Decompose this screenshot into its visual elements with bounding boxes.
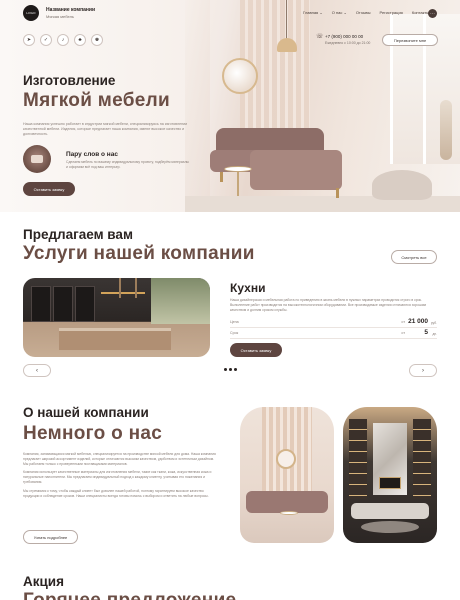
fireplace [379,477,401,489]
coffee-table [280,511,298,515]
price-value: 21 000 [408,318,428,325]
kitchen-cabinet [31,286,51,322]
kitchen-cabinet [53,286,73,322]
hero-sofa-chaise [250,150,342,190]
twitter-icon[interactable]: ♪ [57,34,69,46]
telegram-icon[interactable]: ➤ [23,34,35,46]
about-image-fireplace-room [343,407,437,543]
promo-title-line2: Горячее предложение [23,590,236,600]
term-value: 5 [424,329,428,336]
hero-lamp [277,38,297,52]
nav-item-about[interactable]: О нас ⌄ [332,10,347,15]
callback-button[interactable]: Перезвоните мне [382,34,438,46]
kitchen-pendant [135,278,137,298]
price-from: от [401,320,405,324]
kitchen-pendant [119,278,121,298]
main-nav: Главная ⌄ О нас ⌄ Отзывы Регистрация Кон… [303,10,434,15]
term-row: Срок от 5 дн. [230,329,437,339]
hero-coffee-table-leg [237,172,239,196]
hero-mirror [222,58,258,94]
company-tagline: Мягкая мебель [46,14,74,19]
service-title: Кухни [230,281,266,295]
slider-dot[interactable] [224,368,227,371]
term-unit: дн. [432,332,437,336]
snapchat-icon[interactable]: ♣ [74,34,86,46]
phone-icon: ☏ [316,34,324,40]
sofa [351,503,429,519]
kitchen-image [23,278,210,357]
phone-number[interactable]: +7 (900) 000 00 00 [325,34,363,39]
more-icon[interactable]: ⋯ [428,9,437,18]
slider-dot[interactable] [234,368,237,371]
slider-prev-button[interactable]: ‹ [23,364,51,377]
services-title-line1: Предлагаем вам [23,227,133,242]
about-title-line1: О нашей компании [23,405,149,420]
price-row: Цена от 21 000 руб. [230,318,437,328]
about-paragraph: Компания использует качественные материа… [23,470,212,484]
hero-sofa-leg [220,172,223,182]
learn-more-button[interactable]: Узнать подробнее [23,530,78,544]
nav-item-registration[interactable]: Регистрация [379,10,402,15]
price-unit: руб. [430,321,437,325]
see-all-button[interactable]: Смотреть все [391,250,437,264]
nav-item-home[interactable]: Главная ⌄ [303,10,323,15]
slider-pagination [224,368,237,371]
hero-description: Наша компания успешно работает в индустр… [23,122,188,136]
round-mirror [276,449,296,469]
about-video-thumbnail[interactable] [23,145,51,173]
kitchen-shelf [101,292,145,294]
social-links: ➤ ✓ ♪ ♣ ♚ [23,34,103,46]
about-title-line2: Немного о нас [23,423,163,444]
services-title-line2: Услуги нашей компании [23,243,255,264]
kitchen-cabinet [75,286,95,322]
hero-pouf [372,170,432,200]
term-label: Срок [230,331,239,335]
vk-icon[interactable]: ✓ [40,34,52,46]
hero-about-title: Пару слов о нас [66,151,118,158]
kitchen-island [59,328,171,350]
hero-title-line2: Мягкой мебели [23,90,170,111]
nav-item-reviews[interactable]: Отзывы [356,10,371,15]
kitchen-window [151,278,210,324]
bookshelf [413,419,431,499]
about-text: Компания, занимающаяся мягкой мебелью, с… [23,452,216,502]
work-hours: Ежедневно с 10:00 до 21:00 [325,41,371,45]
price-label: Цена [230,320,239,324]
hero-order-button[interactable]: Оставить заявку [23,182,75,196]
hero-about-text: Сделаем мебель по вашему индивидуальному… [66,160,189,169]
hero-title-line1: Изготовление [23,73,116,88]
hero-sofa-leg [336,188,339,198]
vk-alt-icon[interactable]: ♚ [91,34,103,46]
about-image-living-room [240,407,334,543]
hero-section: LOGO Название компании Мягкая мебель Гла… [0,0,460,212]
slider-next-button[interactable]: › [409,364,437,377]
about-paragraph: Компания, занимающаяся мягкой мебелью, с… [23,452,216,466]
hero-vase [440,100,452,160]
company-name: Название компании [46,7,96,13]
bookshelf [349,419,367,499]
term-from: от [401,331,405,335]
about-paragraph: Мы стремимся к тому, чтобы каждый клиент… [23,488,209,498]
promo-title-line1: Акция [23,574,64,589]
slider-dot[interactable] [229,368,232,371]
service-description: Наша дизайнерская и мебельная работа по … [230,298,427,312]
rug [361,521,419,533]
service-order-button[interactable]: Оставить заявку [230,343,282,357]
sofa [246,491,328,513]
logo[interactable]: LOGO [23,5,39,21]
hero-lamp-cord [286,0,287,40]
